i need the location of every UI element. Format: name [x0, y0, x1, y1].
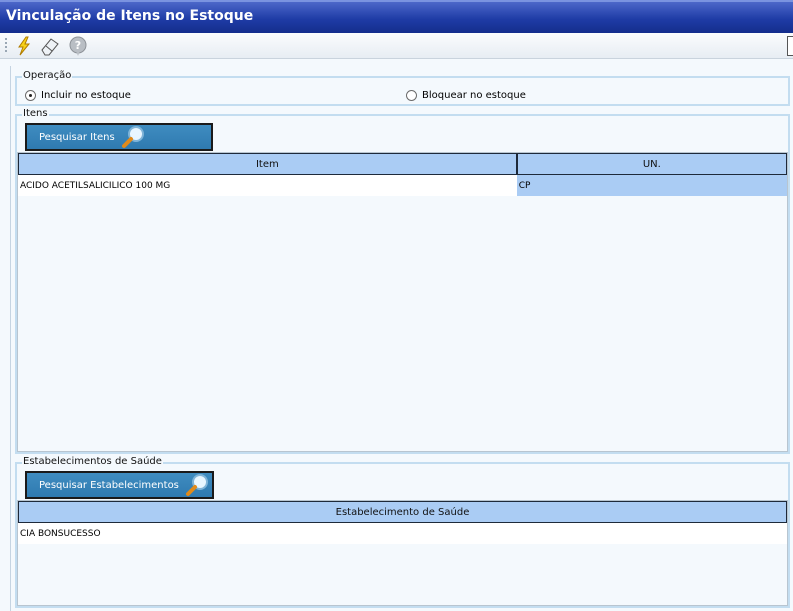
form-content: Operação Incluir no estoque Bloquear no … — [10, 66, 793, 611]
radio-incluir-estoque[interactable]: Incluir no estoque — [25, 90, 131, 101]
column-header-estabelecimento[interactable]: Estabelecimento de Saúde — [18, 501, 787, 523]
estabelecimentos-grid-header: Estabelecimento de Saúde — [18, 501, 787, 523]
cell-estabelecimento[interactable]: CIA BONSUCESSO — [18, 523, 787, 544]
operacao-group: Operação Incluir no estoque Bloquear no … — [15, 70, 790, 106]
estabelecimentos-legend: Estabelecimentos de Saúde — [22, 456, 163, 467]
estabelecimentos-grid: Estabelecimento de Saúde CIA BONSUCESSO — [17, 500, 788, 606]
column-header-item[interactable]: Item — [18, 153, 517, 175]
magnifier-icon — [121, 126, 144, 148]
estabelecimentos-group: Estabelecimentos de Saúde Pesquisar Esta… — [15, 456, 790, 608]
itens-legend: Itens — [22, 108, 49, 119]
pesquisar-estabelecimentos-button[interactable]: Pesquisar Estabelecimentos — [25, 471, 214, 499]
radio-button-selected[interactable] — [25, 90, 36, 101]
toolbar: ? — [0, 33, 793, 59]
radio-bloquear-label: Bloquear no estoque — [422, 90, 526, 101]
operacao-legend: Operação — [22, 70, 73, 81]
itens-grid: Item UN. ACIDO ACETILSALICILICO 100 MG C… — [17, 152, 788, 452]
pesquisar-itens-button[interactable]: Pesquisar Itens — [25, 123, 213, 151]
radio-bloquear-estoque[interactable]: Bloquear no estoque — [406, 90, 526, 101]
pesquisar-estabelecimentos-label: Pesquisar Estabelecimentos — [39, 479, 179, 491]
toolbar-grip[interactable] — [5, 38, 7, 54]
itens-grid-header: Item UN. — [18, 153, 787, 175]
svg-text:?: ? — [75, 39, 81, 52]
title-bar: Vinculação de Itens no Estoque — [0, 0, 793, 33]
window-title: Vinculação de Itens no Estoque — [6, 8, 254, 24]
table-row[interactable]: ACIDO ACETILSALICILICO 100 MG CP — [18, 175, 787, 196]
eraser-icon[interactable] — [39, 35, 61, 57]
radio-incluir-label: Incluir no estoque — [41, 90, 131, 101]
lightning-icon[interactable] — [13, 35, 35, 57]
itens-group: Itens Pesquisar Itens Item UN. ACIDO ACE… — [15, 108, 790, 454]
magnifier-icon — [185, 474, 208, 496]
cell-item[interactable]: ACIDO ACETILSALICILICO 100 MG — [18, 175, 517, 196]
column-header-un[interactable]: UN. — [516, 153, 787, 175]
table-row[interactable]: CIA BONSUCESSO — [18, 523, 787, 544]
pesquisar-itens-label: Pesquisar Itens — [39, 131, 115, 143]
help-icon[interactable]: ? — [67, 35, 89, 57]
window-edge-control — [787, 36, 793, 56]
radio-button-unselected[interactable] — [406, 90, 417, 101]
cell-un[interactable]: CP — [516, 175, 787, 196]
